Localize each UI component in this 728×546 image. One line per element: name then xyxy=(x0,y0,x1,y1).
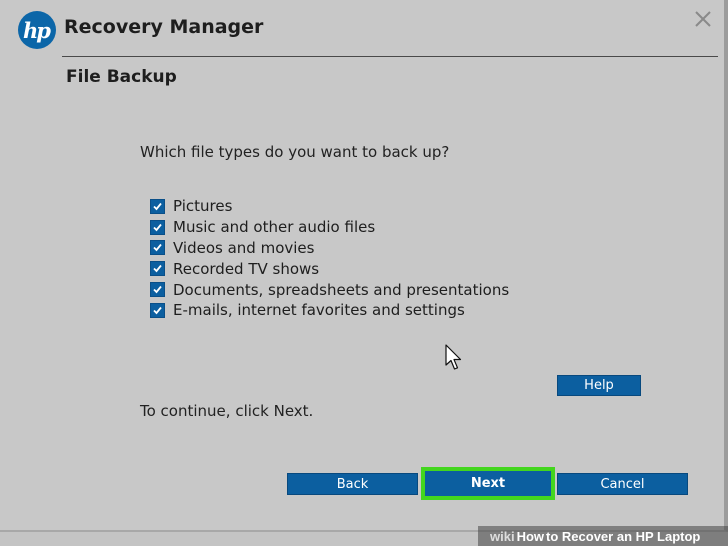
option-label: Videos and movies xyxy=(173,238,315,257)
question-text: Which file types do you want to back up? xyxy=(140,143,450,161)
hp-logo-text: hp xyxy=(23,17,51,43)
recorded-tv-checkbox[interactable] xyxy=(150,261,165,277)
pictures-checkbox[interactable] xyxy=(150,198,165,214)
option-videos[interactable]: Videos and movies xyxy=(150,238,509,259)
option-recorded-tv[interactable]: Recorded TV shows xyxy=(150,258,509,279)
checkmark-icon xyxy=(153,265,162,273)
option-label: Recorded TV shows xyxy=(173,259,320,278)
help-button[interactable]: Help xyxy=(557,375,641,396)
option-music[interactable]: Music and other audio files xyxy=(150,217,509,238)
hp-logo: hp xyxy=(18,11,56,49)
app-title: Recovery Manager xyxy=(64,16,264,38)
option-label: Documents, spreadsheets and presentation… xyxy=(173,280,510,299)
checkmark-icon xyxy=(153,223,162,232)
checkmark-icon xyxy=(153,286,162,294)
watermark-title: to Recover an HP Laptop xyxy=(546,528,701,544)
file-type-options: Pictures Music and other audio files Vid… xyxy=(150,196,509,321)
music-checkbox[interactable] xyxy=(150,219,165,235)
watermark-how: How xyxy=(516,528,545,544)
watermark-wiki: wiki xyxy=(490,528,515,544)
checkmark-icon xyxy=(153,306,162,315)
continue-instruction: To continue, click Next. xyxy=(140,402,314,420)
close-icon[interactable] xyxy=(693,9,713,29)
mouse-pointer-icon xyxy=(445,344,462,370)
option-pictures[interactable]: Pictures xyxy=(150,196,509,217)
option-label: Music and other audio files xyxy=(173,218,376,237)
next-button[interactable]: Next xyxy=(421,467,555,500)
videos-checkbox[interactable] xyxy=(150,240,165,256)
checkmark-icon xyxy=(153,202,162,211)
back-button[interactable]: Back xyxy=(287,473,418,495)
option-documents[interactable]: Documents, spreadsheets and presentation… xyxy=(150,279,509,300)
documents-checkbox[interactable] xyxy=(150,282,165,298)
option-emails[interactable]: E-mails, internet favorites and settings xyxy=(150,300,509,321)
option-label: E-mails, internet favorites and settings xyxy=(173,301,465,320)
checkmark-icon xyxy=(153,244,162,252)
wikihow-watermark: wiki How to Recover an HP Laptop xyxy=(478,526,728,546)
option-label: Pictures xyxy=(173,197,233,216)
recovery-manager-window: hp Recovery Manager File Backup Which fi… xyxy=(0,0,728,532)
title-divider xyxy=(62,56,718,57)
emails-checkbox[interactable] xyxy=(150,302,165,318)
page-title: File Backup xyxy=(66,67,177,87)
cancel-button[interactable]: Cancel xyxy=(557,473,688,495)
